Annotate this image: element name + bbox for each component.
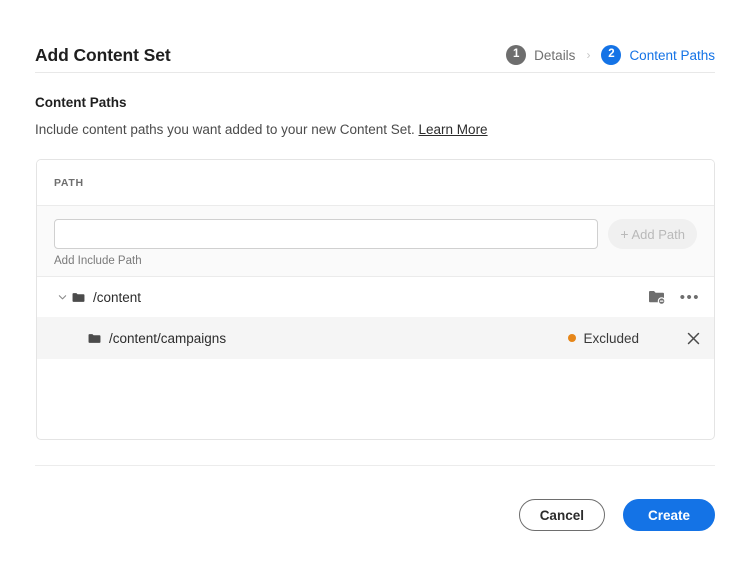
add-include-path-helper: Add Include Path — [54, 255, 697, 267]
more-dots: ••• — [680, 290, 700, 305]
add-path-button-label: Add Path — [632, 227, 686, 242]
section-title: Content Paths — [35, 95, 127, 110]
path-label: /content/campaigns — [109, 331, 226, 346]
status-badge: Excluded — [568, 331, 639, 346]
dialog-footer: Cancel Create — [519, 499, 715, 531]
cancel-button[interactable]: Cancel — [519, 499, 605, 531]
step-2-number: 2 — [601, 45, 621, 65]
more-icon[interactable]: ••• — [680, 290, 700, 305]
content-paths-panel: PATH + Add Path Add Include Path — [36, 159, 715, 440]
column-header-path: PATH — [54, 177, 84, 189]
status-dot-icon — [568, 334, 576, 342]
footer-divider — [35, 465, 715, 466]
path-label: /content — [93, 290, 141, 305]
folder-icon — [88, 333, 101, 344]
section-description-text: Include content paths you want added to … — [35, 122, 415, 137]
header-divider — [35, 72, 715, 73]
path-tree: /content ••• — [37, 277, 714, 359]
learn-more-link[interactable]: Learn More — [419, 122, 488, 137]
section-description: Include content paths you want added to … — [35, 122, 488, 137]
step-indicator: 1 Details › 2 Content Paths — [506, 45, 715, 65]
create-button[interactable]: Create — [623, 499, 715, 531]
table-row[interactable]: /content/campaigns Excluded — [37, 317, 714, 359]
close-icon[interactable] — [687, 332, 700, 345]
add-content-set-dialog: Add Content Set 1 Details › 2 Content Pa… — [0, 0, 750, 566]
plus-icon: + — [620, 227, 628, 241]
panel-header: PATH — [37, 160, 714, 205]
folder-exclude-icon[interactable] — [648, 289, 666, 305]
add-path-row: + Add Path Add Include Path — [37, 206, 714, 276]
chevron-right-icon: › — [584, 48, 592, 62]
path-input[interactable] — [54, 219, 598, 249]
step-2-label: Content Paths — [629, 48, 715, 63]
dialog-header: Add Content Set 1 Details › 2 Content Pa… — [35, 38, 715, 72]
step-details[interactable]: 1 Details — [506, 45, 575, 65]
add-path-button[interactable]: + Add Path — [608, 219, 697, 249]
page-title: Add Content Set — [35, 45, 171, 66]
step-content-paths[interactable]: 2 Content Paths — [601, 45, 715, 65]
table-row[interactable]: /content ••• — [37, 277, 714, 317]
step-1-number: 1 — [506, 45, 526, 65]
step-1-label: Details — [534, 48, 575, 63]
chevron-down-icon[interactable] — [54, 293, 70, 302]
folder-icon — [72, 292, 85, 303]
status-label: Excluded — [583, 331, 639, 346]
row-actions: ••• — [648, 289, 700, 305]
